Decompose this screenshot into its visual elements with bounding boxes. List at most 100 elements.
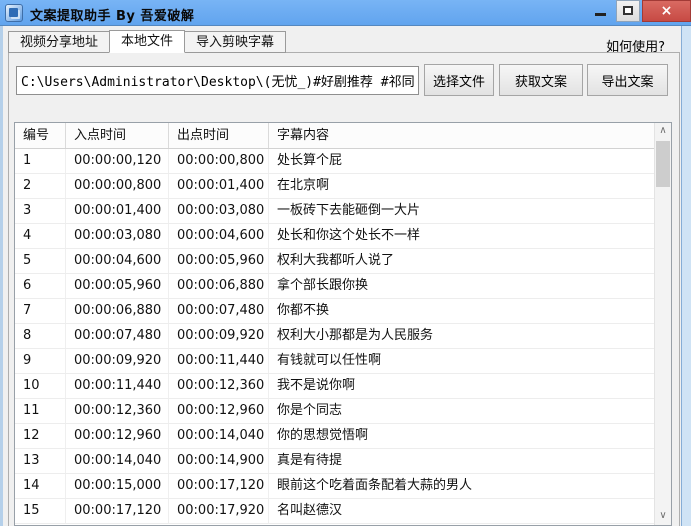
- minimize-button[interactable]: [588, 0, 614, 22]
- table-row[interactable]: 12 00:00:12,960 00:00:14,040 你的思想觉悟啊: [15, 424, 671, 449]
- cell-number: 1: [15, 149, 66, 173]
- tab-bar: 视频分享地址 本地文件 导入剪映字幕: [8, 30, 287, 53]
- cell-in-time: 00:00:01,400: [66, 199, 169, 223]
- cell-subtitle-content: 处长和你这个处长不一样: [277, 228, 421, 243]
- column-header-number[interactable]: 编号: [15, 123, 66, 148]
- vertical-scrollbar[interactable]: ∧ ∨: [654, 123, 671, 525]
- table-row[interactable]: 2 00:00:00,800 00:00:01,400 在北京啊: [15, 174, 671, 199]
- cell-in-time: 00:00:15,000: [66, 474, 169, 498]
- cell-out-time: 00:00:04,600: [169, 224, 269, 248]
- window-frame-left: [0, 26, 3, 526]
- app-icon: [5, 4, 23, 22]
- cell-out-time: 00:00:01,400: [169, 174, 269, 198]
- cell-in-time: 00:00:12,360: [66, 399, 169, 423]
- cell-subtitle-content: 一板砖下去能砸倒一大片: [277, 203, 421, 218]
- cell-in-time: 00:00:07,480: [66, 324, 169, 348]
- cell-out-time: 00:00:12,360: [169, 374, 269, 398]
- table-row[interactable]: 10 00:00:11,440 00:00:12,360 我不是说你啊: [15, 374, 671, 399]
- cell-subtitle-content: 你都不换: [277, 303, 330, 318]
- cell-in-time: 00:00:00,120: [66, 149, 169, 173]
- cell-number: 8: [15, 324, 66, 348]
- cell-number: 4: [15, 224, 66, 248]
- table-row[interactable]: 13 00:00:14,040 00:00:14,900 真是有待提: [15, 449, 671, 474]
- scroll-down-icon[interactable]: ∨: [655, 508, 671, 525]
- table-row[interactable]: 6 00:00:05,960 00:00:06,880 拿个部长跟你换: [15, 274, 671, 299]
- column-header-subtitle-content[interactable]: 字幕内容: [269, 123, 671, 148]
- maximize-button[interactable]: [616, 0, 640, 22]
- cell-subtitle-content: 拿个部长跟你换: [277, 278, 369, 293]
- cell-out-time: 00:00:17,920: [169, 499, 269, 523]
- cell-subtitle-content: 名叫赵德汉: [277, 503, 343, 518]
- file-path-input[interactable]: [16, 66, 419, 95]
- table-row[interactable]: 9 00:00:09,920 00:00:11,440 有钱就可以任性啊: [15, 349, 671, 374]
- table-header-row: 编号 入点时间 出点时间 字幕内容: [15, 123, 671, 149]
- cell-number: 11: [15, 399, 66, 423]
- cell-subtitle-content: 有钱就可以任性啊: [277, 353, 382, 368]
- cell-subtitle-content: 你的思想觉悟啊: [277, 428, 369, 443]
- cell-subtitle-content: 我不是说你啊: [277, 378, 356, 393]
- column-header-out-time[interactable]: 出点时间: [169, 123, 269, 148]
- cell-subtitle-content: 处长算个屁: [277, 153, 343, 168]
- subtitle-table: 编号 入点时间 出点时间 字幕内容 1 00:00:00,120 00:00:0…: [14, 122, 672, 526]
- scroll-up-icon[interactable]: ∧: [655, 123, 671, 140]
- table-row[interactable]: 3 00:00:01,400 00:00:03,080 一板砖下去能砸倒一大片: [15, 199, 671, 224]
- close-icon: ×: [660, 3, 673, 19]
- cell-subtitle-content: 你是个同志: [277, 403, 343, 418]
- cell-number: 15: [15, 499, 66, 523]
- tab-import-jianying-subtitle[interactable]: 导入剪映字幕: [185, 31, 287, 53]
- cell-subtitle-content: 眼前这个吃着面条配着大蒜的男人: [277, 478, 473, 493]
- cell-in-time: 00:00:00,800: [66, 174, 169, 198]
- cell-out-time: 00:00:17,120: [169, 474, 269, 498]
- tab-local-file[interactable]: 本地文件: [109, 30, 186, 53]
- how-to-use-link[interactable]: 如何使用?: [606, 36, 665, 55]
- cell-in-time: 00:00:17,120: [66, 499, 169, 523]
- cell-in-time: 00:00:04,600: [66, 249, 169, 273]
- cell-out-time: 00:00:11,440: [169, 349, 269, 373]
- table-row[interactable]: 4 00:00:03,080 00:00:04,600 处长和你这个处长不一样: [15, 224, 671, 249]
- cell-number: 6: [15, 274, 66, 298]
- table-row[interactable]: 5 00:00:04,600 00:00:05,960 权利大我都听人说了: [15, 249, 671, 274]
- cell-in-time: 00:00:14,040: [66, 449, 169, 473]
- cell-out-time: 00:00:12,960: [169, 399, 269, 423]
- cell-out-time: 00:00:14,900: [169, 449, 269, 473]
- cell-number: 14: [15, 474, 66, 498]
- cell-out-time: 00:00:07,480: [169, 299, 269, 323]
- cell-out-time: 00:00:14,040: [169, 424, 269, 448]
- cell-subtitle-content: 真是有待提: [277, 453, 343, 468]
- cell-in-time: 00:00:12,960: [66, 424, 169, 448]
- minimize-icon: [595, 13, 606, 16]
- cell-number: 10: [15, 374, 66, 398]
- cell-in-time: 00:00:11,440: [66, 374, 169, 398]
- app-window: 文案提取助手 By 吾爱破解 × 视频分享地址 本地文件 导入剪映字幕 如何使用…: [0, 0, 691, 526]
- maximize-icon: [623, 6, 633, 15]
- table-row[interactable]: 1 00:00:00,120 00:00:00,800 处长算个屁: [15, 149, 671, 174]
- table-row[interactable]: 11 00:00:12,360 00:00:12,960 你是个同志: [15, 399, 671, 424]
- get-text-button[interactable]: 获取文案: [499, 64, 583, 96]
- tab-video-share-url[interactable]: 视频分享地址: [8, 31, 110, 53]
- table-body: 1 00:00:00,120 00:00:00,800 处长算个屁 2 00:0…: [15, 149, 671, 524]
- cell-subtitle-content: 权利大我都听人说了: [277, 253, 395, 268]
- cell-in-time: 00:00:03,080: [66, 224, 169, 248]
- table-row[interactable]: 14 00:00:15,000 00:00:17,120 眼前这个吃着面条配着大…: [15, 474, 671, 499]
- cell-number: 12: [15, 424, 66, 448]
- table-row[interactable]: 7 00:00:06,880 00:00:07,480 你都不换: [15, 299, 671, 324]
- cell-number: 3: [15, 199, 66, 223]
- cell-number: 13: [15, 449, 66, 473]
- cell-in-time: 00:00:06,880: [66, 299, 169, 323]
- cell-number: 9: [15, 349, 66, 373]
- window-frame-right: [681, 26, 691, 526]
- close-button[interactable]: ×: [642, 0, 691, 22]
- window-title: 文案提取助手 By 吾爱破解: [30, 9, 195, 24]
- column-header-in-time[interactable]: 入点时间: [66, 123, 169, 148]
- table-row[interactable]: 15 00:00:17,120 00:00:17,920 名叫赵德汉: [15, 499, 671, 524]
- scrollbar-thumb[interactable]: [656, 141, 670, 187]
- cell-out-time: 00:00:00,800: [169, 149, 269, 173]
- cell-subtitle-content: 在北京啊: [277, 178, 330, 193]
- cell-subtitle-content: 权利大小那都是为人民服务: [277, 328, 434, 343]
- select-file-button[interactable]: 选择文件: [424, 64, 494, 96]
- title-bar[interactable]: 文案提取助手 By 吾爱破解 ×: [0, 0, 691, 26]
- cell-number: 7: [15, 299, 66, 323]
- export-text-button[interactable]: 导出文案: [587, 64, 668, 96]
- table-row[interactable]: 8 00:00:07,480 00:00:09,920 权利大小那都是为人民服务: [15, 324, 671, 349]
- cell-out-time: 00:00:03,080: [169, 199, 269, 223]
